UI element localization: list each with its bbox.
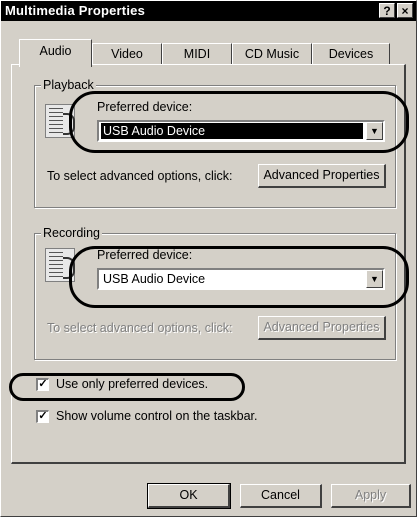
recording-device-value: USB Audio Device [103,272,206,286]
tab-video[interactable]: Video [92,43,162,65]
cancel-button[interactable]: Cancel [240,484,322,508]
use-only-preferred-label[interactable]: Use only preferred devices. [56,377,208,391]
use-only-preferred-checkbox[interactable]: ✓ [36,378,49,391]
playback-device-value: USB Audio Device [101,123,363,139]
chevron-down-icon[interactable]: ▼ [366,122,383,140]
playback-device-select[interactable]: USB Audio Device ▼ [97,120,385,142]
tab-cd-music[interactable]: CD Music [232,43,312,65]
recording-preferred-label: Preferred device: [97,248,193,262]
microphone-icon [45,248,75,282]
tab-strip: Audio Video MIDI CD Music Devices [1,37,417,67]
title-bar: Multimedia Properties ? × [1,1,416,21]
audio-tab-page: Playback Preferred device: USB Audio Dev… [11,64,406,464]
multimedia-properties-dialog: Multimedia Properties ? × Audio Video MI… [0,0,417,517]
apply-button[interactable]: Apply [331,484,411,508]
playback-group-label: Playback [41,78,96,92]
recording-group-label: Recording [41,226,102,240]
show-volume-checkbox[interactable]: ✓ [36,410,49,423]
recording-group: Recording Preferred device: USB Audio De… [34,226,396,360]
speaker-icon [45,104,75,138]
window-title: Multimedia Properties [5,3,146,18]
playback-preferred-label: Preferred device: [97,100,193,114]
recording-device-select[interactable]: USB Audio Device ▼ [97,268,385,290]
ok-button[interactable]: OK [147,483,231,509]
playback-group: Playback Preferred device: USB Audio Dev… [34,78,396,208]
tab-midi[interactable]: MIDI [162,43,232,65]
recording-advanced-hint: To select advanced options, click: [47,321,233,335]
chevron-down-icon[interactable]: ▼ [366,270,383,288]
help-button[interactable]: ? [379,3,395,18]
playback-advanced-button[interactable]: Advanced Properties [258,164,386,188]
playback-advanced-hint: To select advanced options, click: [47,169,233,183]
tab-devices[interactable]: Devices [312,43,390,65]
show-volume-label[interactable]: Show volume control on the taskbar. [56,409,258,423]
close-button[interactable]: × [397,3,413,18]
recording-advanced-button[interactable]: Advanced Properties [258,316,386,340]
tab-audio[interactable]: Audio [19,39,92,67]
